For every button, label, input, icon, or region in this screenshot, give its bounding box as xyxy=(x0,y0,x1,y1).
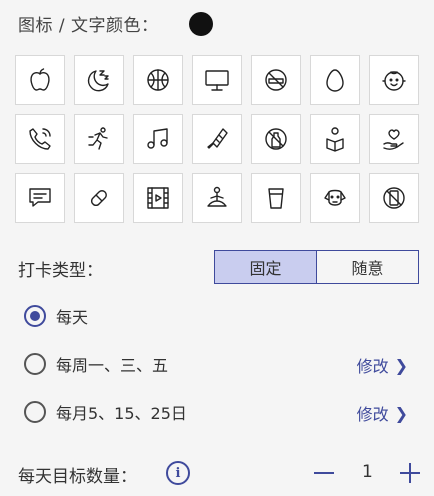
icon-option-no-phone[interactable] xyxy=(369,173,419,223)
radio-unselected-icon[interactable] xyxy=(24,353,46,375)
no-drinking-icon xyxy=(265,128,287,150)
icon-option-meditation[interactable] xyxy=(192,173,242,223)
icon-option-running[interactable] xyxy=(74,114,124,164)
icon-option-egg[interactable] xyxy=(310,55,360,105)
daily-goal-label: 每天目标数量： xyxy=(18,467,137,487)
minus-icon[interactable] xyxy=(314,472,334,474)
running-icon xyxy=(88,127,108,150)
radio-selected-icon[interactable] xyxy=(24,305,46,327)
info-icon[interactable]: i xyxy=(166,461,190,485)
checkin-type-row: 打卡类型： 固定 随意 xyxy=(18,250,419,284)
checkin-type-fixed[interactable]: 固定 xyxy=(215,251,317,283)
meditation-icon xyxy=(207,186,227,207)
icon-option-sleep[interactable] xyxy=(74,55,124,105)
moon-sleep-icon xyxy=(87,70,109,92)
icon-option-baby[interactable] xyxy=(369,55,419,105)
modify-weekly-button[interactable]: 修改 ❯ xyxy=(357,353,408,377)
plus-icon[interactable] xyxy=(400,462,420,484)
modify-label: 修改 xyxy=(356,357,389,376)
icon-option-cup[interactable] xyxy=(251,173,301,223)
chat-icon xyxy=(29,188,51,207)
checkin-type-segmented-control: 固定 随意 xyxy=(214,250,419,284)
heart-hand-icon xyxy=(383,129,404,150)
frequency-option-monthly[interactable]: 每月5、15、25日 xyxy=(24,399,187,425)
icon-option-reading[interactable] xyxy=(310,114,360,164)
no-phone-icon xyxy=(383,187,405,209)
monitor-icon xyxy=(205,70,229,91)
checkin-type-flexible[interactable]: 随意 xyxy=(317,251,418,283)
frequency-option-daily[interactable]: 每天 xyxy=(24,303,88,329)
ball-icon xyxy=(147,69,169,91)
frequency-option-weekly[interactable]: 每周一、三、五 xyxy=(24,351,168,377)
icon-option-care[interactable] xyxy=(369,114,419,164)
phone-icon xyxy=(29,128,51,150)
cup-icon xyxy=(268,188,284,209)
no-smoking-icon xyxy=(265,69,287,91)
icon-option-video[interactable] xyxy=(133,173,183,223)
frequency-option-label: 每月5、15、25日 xyxy=(56,404,187,423)
video-icon xyxy=(147,187,169,209)
chevron-right-icon: ❯ xyxy=(394,403,408,423)
icon-option-music[interactable] xyxy=(133,114,183,164)
radio-unselected-icon[interactable] xyxy=(24,401,46,423)
apple-icon xyxy=(30,68,50,91)
icon-option-apple[interactable] xyxy=(15,55,65,105)
icon-option-no-drinking[interactable] xyxy=(251,114,301,164)
icon-option-monitor[interactable] xyxy=(192,55,242,105)
checkin-type-label: 打卡类型： xyxy=(18,261,103,281)
color-picker-swatch[interactable] xyxy=(189,12,213,36)
chevron-right-icon: ❯ xyxy=(394,355,408,375)
color-label: 图标 / 文字颜色： xyxy=(18,15,159,36)
icon-option-phone[interactable] xyxy=(15,114,65,164)
dog-icon xyxy=(324,189,346,206)
egg-icon xyxy=(326,69,344,92)
icon-option-pill[interactable] xyxy=(74,173,124,223)
icon-option-no-smoking[interactable] xyxy=(251,55,301,105)
frequency-option-label: 每天 xyxy=(56,308,89,327)
pill-icon xyxy=(91,190,107,206)
modify-monthly-button[interactable]: 修改 ❯ xyxy=(357,401,408,425)
badminton-icon xyxy=(207,128,228,149)
goal-count: 1 xyxy=(362,462,373,482)
music-icon xyxy=(147,128,168,149)
daily-goal-row: 每天目标数量： i 1 xyxy=(18,460,422,488)
frequency-option-label: 每周一、三、五 xyxy=(56,356,169,375)
color-section: 图标 / 文字颜色： xyxy=(18,10,159,36)
baby-icon xyxy=(382,71,406,91)
reading-icon xyxy=(326,127,344,152)
icon-grid xyxy=(15,55,419,223)
icon-option-ball[interactable] xyxy=(133,55,183,105)
icon-option-dog[interactable] xyxy=(310,173,360,223)
icon-option-badminton[interactable] xyxy=(192,114,242,164)
icon-option-chat[interactable] xyxy=(15,173,65,223)
modify-label: 修改 xyxy=(356,405,389,424)
